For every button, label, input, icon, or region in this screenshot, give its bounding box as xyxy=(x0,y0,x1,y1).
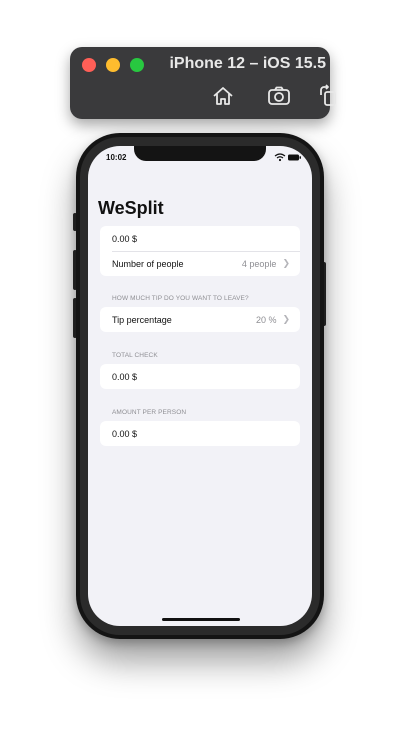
amount-value: 0.00 $ xyxy=(112,233,138,244)
simulator-title: iPhone 12 – iOS 15.5 xyxy=(169,55,326,72)
total-card: 0.00 $ xyxy=(100,364,300,389)
zoom-window-button[interactable] xyxy=(130,58,144,72)
home-indicator[interactable] xyxy=(162,618,240,621)
screenshot-icon[interactable] xyxy=(266,83,292,109)
tip-label: Tip percentage xyxy=(112,314,172,325)
total-row: 0.00 $ xyxy=(100,364,300,389)
notch xyxy=(134,146,266,161)
amount-per-person-header: AMOUNT PER PERSON xyxy=(112,409,187,416)
page-title: WeSplit xyxy=(98,198,164,218)
tip-percentage-picker[interactable]: Tip percentage 20 % ❯ xyxy=(100,307,300,332)
input-card: 0.00 $ Number of people 4 people ❯ xyxy=(100,226,300,276)
per-person-card: 0.00 $ xyxy=(100,421,300,446)
battery-icon xyxy=(288,154,301,161)
people-value: 4 people xyxy=(241,258,277,269)
per-person-row: 0.00 $ xyxy=(100,421,300,446)
minimize-window-button[interactable] xyxy=(106,58,120,72)
tip-card: Tip percentage 20 % ❯ xyxy=(100,307,300,332)
amount-field[interactable]: 0.00 $ xyxy=(100,226,300,251)
status-icons xyxy=(274,153,302,162)
total-value: 0.00 $ xyxy=(112,371,138,382)
tip-section-header: HOW MUCH TIP DO YOU WANT TO LEAVE? xyxy=(112,295,249,302)
tip-value: 20 % xyxy=(255,314,277,325)
rotate-icon[interactable] xyxy=(316,83,342,109)
wifi-icon xyxy=(274,153,286,162)
phone-screen: 10:02 WeSplit 0.00 $ Number of people 4 … xyxy=(88,146,312,626)
chevron-right-icon: ❯ xyxy=(282,258,290,268)
close-window-button[interactable] xyxy=(82,58,96,72)
per-person-value: 0.00 $ xyxy=(112,428,138,439)
chevron-right-icon: ❯ xyxy=(282,314,290,324)
home-icon[interactable] xyxy=(210,83,236,109)
people-label: Number of people xyxy=(112,258,184,269)
total-check-header: TOTAL CHECK xyxy=(112,352,158,359)
number-of-people-picker[interactable]: Number of people 4 people ❯ xyxy=(100,251,300,276)
simulator-title-bar: iPhone 12 – iOS 15.5 xyxy=(70,47,336,119)
status-time: 10:02 xyxy=(106,153,127,162)
